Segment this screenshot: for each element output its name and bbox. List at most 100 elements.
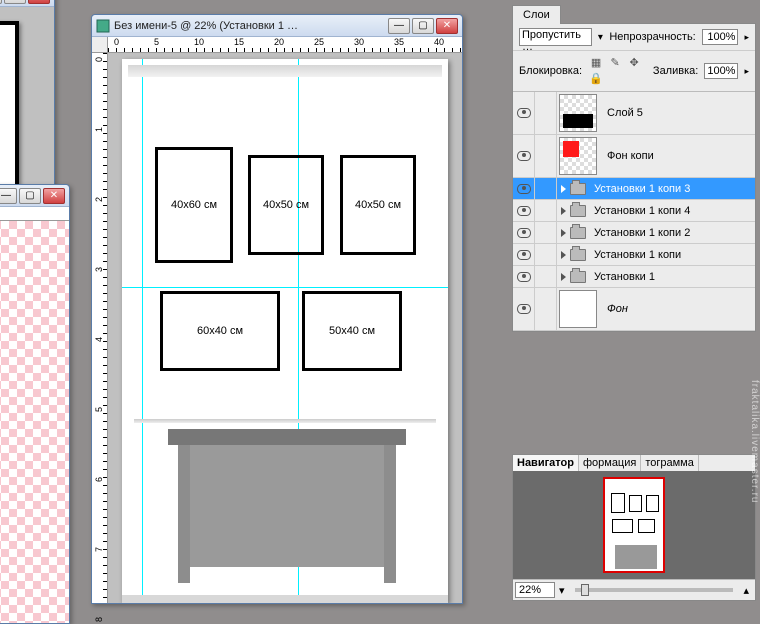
visibility-toggle[interactable] (513, 266, 535, 287)
frame[interactable]: 50x40 см (302, 291, 402, 371)
layer-name[interactable]: Установки 1 копи 3 (590, 181, 755, 197)
visibility-toggle[interactable] (513, 222, 535, 243)
close-button[interactable]: ✕ (436, 18, 458, 34)
layer-name[interactable]: Фон копи (603, 148, 755, 164)
guide-horizontal[interactable] (122, 287, 448, 288)
titlebar-small[interactable]: — ▢ ✕ (0, 0, 54, 7)
page[interactable]: 40x60 см 40x50 см 40x50 см 60x40 см 50x4… (122, 59, 448, 603)
fill-input[interactable]: 100% (704, 63, 738, 79)
canvas-area[interactable]: 40x60 см 40x50 см 40x50 см 60x40 см 50x4… (108, 53, 462, 603)
layer-item[interactable]: Установки 1 копи (513, 244, 755, 266)
frame-label: 40x50 см (355, 199, 401, 211)
tab-info[interactable]: формация (579, 455, 641, 471)
layer-item[interactable]: Установки 1 копи 2 (513, 222, 755, 244)
watermark: fraktalika.livemaster.ru (749, 380, 760, 503)
lock-icons: ▦ ✎ ✥ 🔒 (588, 55, 647, 87)
layer-name[interactable]: Установки 1 копи 2 (590, 225, 755, 241)
ruler-tick: 3 (94, 267, 104, 272)
folder-icon (570, 205, 586, 217)
panel-tab-layers[interactable]: Слои (512, 5, 561, 24)
layer-item[interactable]: Установки 1 копи 3 (513, 178, 755, 200)
panel-lock-row: Блокировка: ▦ ✎ ✥ 🔒 Заливка: 100% ▸ (513, 50, 755, 91)
layer-name[interactable]: Установки 1 копи 4 (590, 203, 755, 219)
navigator-preview[interactable] (513, 471, 755, 579)
disclosure-triangle-icon[interactable] (561, 273, 566, 281)
frame[interactable]: 40x50 см (340, 155, 416, 255)
visibility-toggle[interactable] (513, 178, 535, 199)
titlebar-main[interactable]: Без имени-5 @ 22% (Установки 1 … — ▢ ✕ (92, 15, 462, 37)
visibility-toggle[interactable] (513, 244, 535, 265)
visibility-toggle[interactable] (513, 135, 535, 177)
frame[interactable]: 40x60 см (155, 147, 233, 263)
layer-name[interactable]: Установки 1 (590, 269, 755, 285)
ruler-tick: 8 (94, 617, 104, 622)
link-col (535, 135, 557, 177)
close-button[interactable]: ✕ (43, 188, 65, 204)
ruler-horizontal[interactable]: 0510152025303540 (108, 37, 462, 53)
opacity-input[interactable]: 100% (702, 29, 739, 45)
eye-icon (517, 304, 531, 314)
frame-label: 60x40 см (197, 325, 243, 337)
folder-icon (570, 183, 586, 195)
lock-paint-icon[interactable]: ✎ (607, 55, 623, 71)
close-button[interactable]: ✕ (28, 0, 50, 4)
zoom-value[interactable]: 22% (515, 582, 555, 598)
zoom-slider[interactable] (575, 588, 734, 592)
link-col (535, 178, 557, 199)
fill-label: Заливка: (653, 65, 698, 77)
ruler-tick: 10 (194, 37, 204, 47)
layer-name[interactable]: Установки 1 копи (590, 247, 755, 263)
folder-icon (570, 227, 586, 239)
visibility-toggle[interactable] (513, 288, 535, 330)
zoom-in-icon[interactable]: ▴ (739, 584, 753, 597)
frame[interactable]: 60x40 см (160, 291, 280, 371)
frame[interactable]: 40x50 см (248, 155, 324, 255)
ruler-tick: 20 (274, 37, 284, 47)
ruler-tick: 6 (94, 477, 104, 482)
layer-item[interactable]: Слой 5 (513, 92, 755, 135)
transparent-canvas[interactable] (0, 221, 69, 623)
disclosure-triangle-icon[interactable] (561, 185, 566, 193)
lock-transparency-icon[interactable]: ▦ (588, 55, 604, 71)
layer-item[interactable]: Фон (513, 288, 755, 331)
layer-name[interactable]: Фон (603, 301, 755, 317)
folder-icon (570, 271, 586, 283)
visibility-toggle[interactable] (513, 92, 535, 134)
disclosure-triangle-icon[interactable] (561, 207, 566, 215)
tab-navigator[interactable]: Навигатор (513, 455, 579, 471)
layer-item[interactable]: Установки 1 копи 4 (513, 200, 755, 222)
disclosure-triangle-icon[interactable] (561, 229, 566, 237)
ruler-tick: 5 (94, 407, 104, 412)
eye-icon (517, 272, 531, 282)
eye-icon (517, 250, 531, 260)
minimize-button[interactable]: — (0, 0, 2, 4)
maximize-button[interactable]: ▢ (4, 0, 26, 4)
ruler-vertical[interactable]: 012345678 (92, 53, 108, 603)
table-leg (178, 445, 190, 583)
zoom-out-icon[interactable]: ▾ (555, 584, 569, 597)
layer-item[interactable]: Фон копи (513, 135, 755, 178)
minimize-button[interactable]: — (388, 18, 410, 34)
titlebar-small-2[interactable]: — ▢ ✕ (0, 185, 69, 207)
table-apron (190, 445, 384, 567)
layer-item[interactable]: Установки 1 (513, 266, 755, 288)
window-main: Без имени-5 @ 22% (Установки 1 … — ▢ ✕ 0… (91, 14, 463, 604)
maximize-button[interactable]: ▢ (412, 18, 434, 34)
tab-histogram[interactable]: тограмма (641, 455, 699, 471)
lock-move-icon[interactable]: ✥ (626, 55, 642, 71)
layer-thumbnail (559, 290, 597, 328)
visibility-toggle[interactable] (513, 200, 535, 221)
blend-mode-select[interactable]: Пропустить … (519, 28, 592, 46)
maximize-button[interactable]: ▢ (19, 188, 41, 204)
guide-vertical[interactable] (142, 59, 143, 603)
ruler-tick: 5 (154, 37, 159, 47)
folder-icon (570, 249, 586, 261)
disclosure-triangle-icon[interactable] (561, 251, 566, 259)
minimize-button[interactable]: — (0, 188, 17, 204)
ruler-tick: 35 (394, 37, 404, 47)
app-icon (96, 19, 110, 33)
layer-name[interactable]: Слой 5 (603, 105, 755, 121)
lock-all-icon[interactable]: 🔒 (588, 71, 604, 87)
link-col (535, 92, 557, 134)
eye-icon (517, 184, 531, 194)
